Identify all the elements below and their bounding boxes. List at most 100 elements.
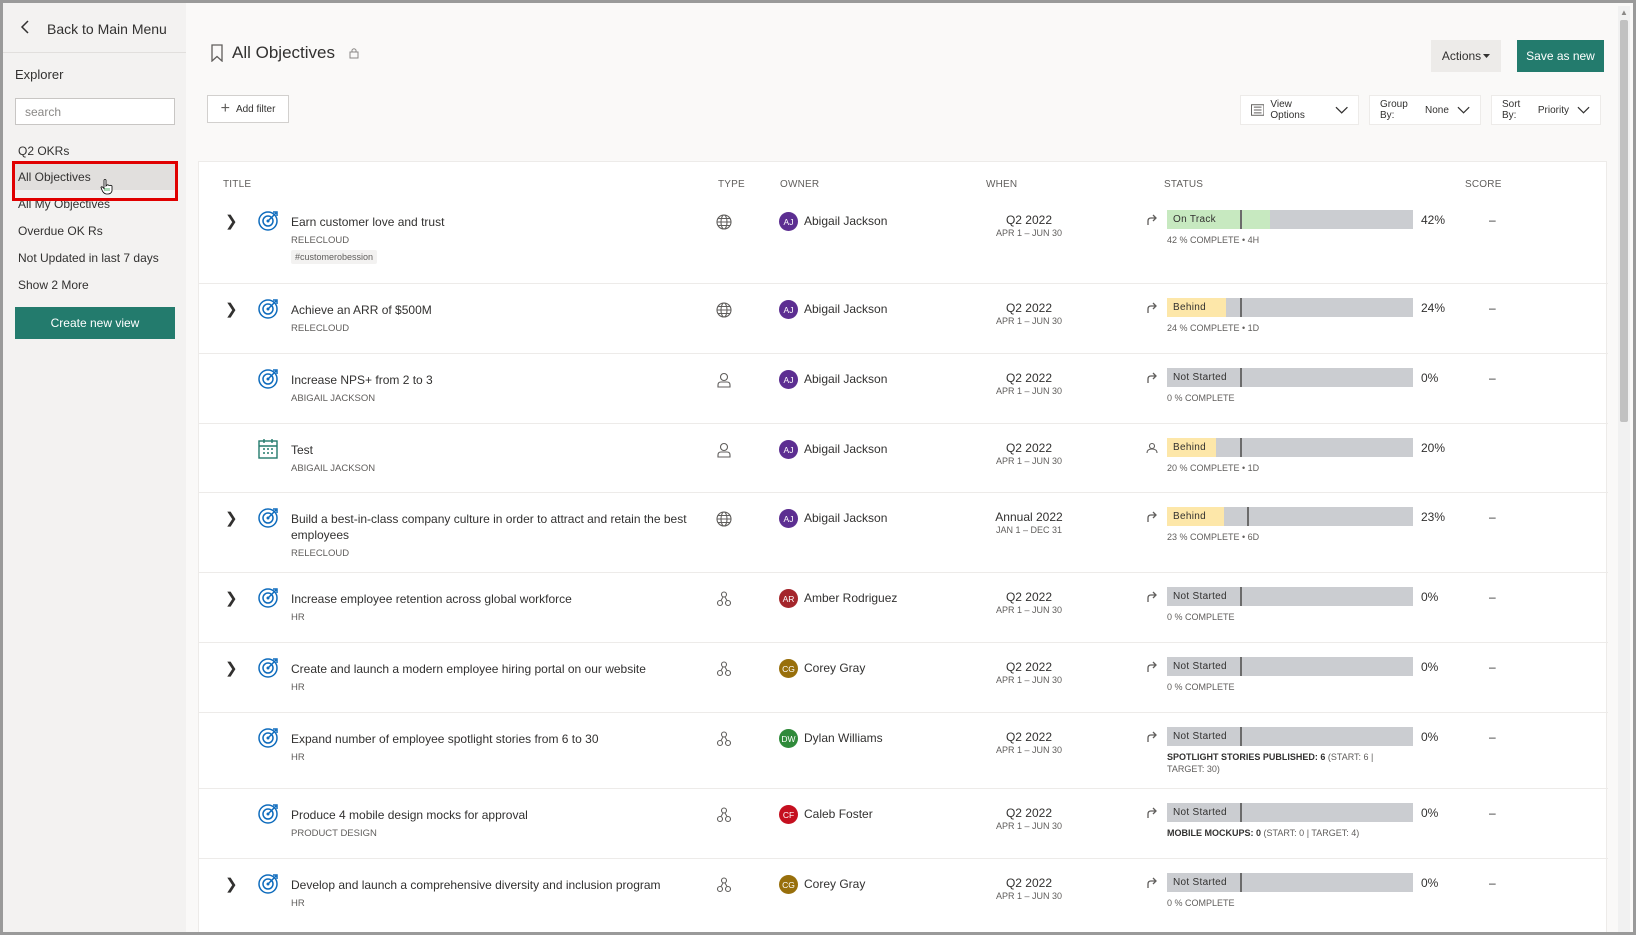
expand-chevron-icon[interactable]: ❯	[225, 659, 238, 677]
owner-name[interactable]: Corey Gray	[804, 877, 865, 891]
table-row[interactable]: ❯ Achieve an ARR of $500M RELECLOUD AJ A…	[199, 284, 1608, 354]
column-header-title[interactable]: TITLE	[223, 179, 251, 190]
objective-title[interactable]: Create and launch a modern employee hiri…	[291, 661, 646, 677]
objective-title[interactable]: Produce 4 mobile design mocks for approv…	[291, 807, 528, 823]
table-row[interactable]: ❯ Create and launch a modern employee hi…	[199, 643, 1608, 713]
expand-chevron-icon[interactable]: ❯	[225, 509, 238, 527]
table-row[interactable]: ❯ Earn customer love and trust RELECLOUD…	[199, 198, 1608, 284]
score-value: –	[1489, 510, 1496, 524]
owner-name[interactable]: Abigail Jackson	[804, 372, 887, 386]
status-bar[interactable]: Not Started	[1167, 368, 1413, 387]
status-label: Not Started	[1173, 731, 1227, 742]
expand-chevron-icon[interactable]: ❯	[225, 589, 238, 607]
table-row[interactable]: ❯ Develop and launch a comprehensive div…	[199, 859, 1608, 929]
share-arrow-icon[interactable]	[1146, 877, 1158, 889]
scrollbar-thumb[interactable]	[1620, 20, 1628, 422]
column-header-score[interactable]: SCORE	[1465, 179, 1502, 190]
chevron-down-icon	[1457, 106, 1470, 114]
highlight-box	[12, 161, 178, 201]
expected-progress-marker	[1240, 873, 1242, 892]
objective-title[interactable]: Earn customer love and trust	[291, 214, 444, 230]
expected-progress-marker	[1247, 507, 1249, 526]
status-bar[interactable]: Not Started	[1167, 587, 1413, 606]
status-bar[interactable]: On Track	[1167, 210, 1413, 229]
create-new-view-button[interactable]: Create new view	[15, 307, 175, 339]
sidebar-item-q2-okrs[interactable]: Q2 OKRs	[18, 144, 69, 158]
owner-name[interactable]: Caleb Foster	[804, 807, 873, 821]
share-arrow-icon[interactable]	[1146, 511, 1158, 523]
share-arrow-icon[interactable]	[1146, 731, 1158, 743]
share-arrow-icon[interactable]	[1146, 372, 1158, 384]
back-to-main-menu[interactable]: Back to Main Menu	[15, 17, 167, 41]
expand-chevron-icon[interactable]: ❯	[225, 300, 238, 318]
table-row[interactable]: ❯ Increase employee retention across glo…	[199, 573, 1608, 643]
actions-button[interactable]: Actions	[1431, 40, 1501, 72]
owner-name[interactable]: Abigail Jackson	[804, 442, 887, 456]
objective-title[interactable]: Test	[291, 442, 313, 458]
owner-name[interactable]: Abigail Jackson	[804, 302, 887, 316]
when-range: APR 1 – JUN 30	[995, 316, 1063, 326]
sidebar-item-show-more[interactable]: Show 2 More	[18, 278, 89, 292]
column-header-when[interactable]: WHEN	[986, 179, 1017, 190]
objective-title[interactable]: Increase employee retention across globa…	[291, 591, 572, 607]
metric-progress: SPOTLIGHT STORIES PUBLISHED: 6 (START: 6…	[1167, 751, 1373, 775]
when-period: Q2 2022	[1005, 730, 1053, 744]
objective-tag[interactable]: #customerobession	[291, 250, 378, 264]
group-by-dropdown[interactable]: Group By: None	[1369, 95, 1481, 125]
sidebar-item-not-updated[interactable]: Not Updated in last 7 days	[18, 251, 159, 265]
status-bar[interactable]: Not Started	[1167, 803, 1413, 822]
status-bar[interactable]: Behind	[1167, 507, 1413, 526]
table-row[interactable]: Increase NPS+ from 2 to 3 ABIGAIL JACKSO…	[199, 354, 1608, 424]
share-arrow-icon[interactable]	[1146, 214, 1158, 226]
table-row[interactable]: Expand number of employee spotlight stor…	[199, 713, 1608, 789]
score-value: –	[1489, 213, 1496, 227]
scroll-up-arrow-icon[interactable]: ▲	[1620, 8, 1628, 17]
column-header-type[interactable]: TYPE	[718, 179, 745, 190]
owner-name[interactable]: Amber Rodriguez	[804, 591, 897, 605]
objective-title[interactable]: Increase NPS+ from 2 to 3	[291, 372, 433, 388]
objective-target-icon	[258, 508, 278, 528]
sort-by-dropdown[interactable]: Sort By: Priority	[1491, 95, 1601, 125]
owner-name[interactable]: Abigail Jackson	[804, 214, 887, 228]
score-value: –	[1489, 806, 1496, 820]
view-options-label: View Options	[1270, 99, 1305, 121]
search-input[interactable]	[15, 98, 175, 125]
when-period: Q2 2022	[1005, 660, 1053, 674]
view-options-dropdown[interactable]: View Options	[1240, 95, 1359, 125]
owner-name[interactable]: Corey Gray	[804, 661, 865, 675]
status-bar[interactable]: Not Started	[1167, 727, 1413, 746]
table-row[interactable]: Test ABIGAIL JACKSON AJ Abigail Jackson …	[199, 424, 1608, 493]
status-bar[interactable]: Behind	[1167, 438, 1413, 457]
page-title: All Objectives	[232, 43, 335, 62]
save-as-new-button[interactable]: Save as new	[1517, 40, 1604, 72]
objective-title[interactable]: Develop and launch a comprehensive diver…	[291, 877, 661, 893]
bookmark-icon[interactable]	[210, 44, 224, 62]
column-header-status[interactable]: STATUS	[1164, 179, 1203, 190]
objective-title[interactable]: Build a best-in-class company culture in…	[291, 511, 687, 543]
avatar: AJ	[779, 370, 798, 389]
share-arrow-icon[interactable]	[1146, 591, 1158, 603]
share-arrow-icon[interactable]	[1146, 302, 1158, 314]
status-bar[interactable]: Behind	[1167, 298, 1413, 317]
objectives-table: TITLE TYPE OWNER WHEN STATUS SCORE ❯ Ear…	[198, 161, 1608, 932]
vertical-scrollbar[interactable]: ▲	[1618, 6, 1630, 932]
objective-title[interactable]: Achieve an ARR of $500M	[291, 302, 432, 318]
expected-progress-marker	[1240, 587, 1242, 606]
objective-title[interactable]: Expand number of employee spotlight stor…	[291, 731, 599, 747]
add-filter-button[interactable]: + Add filter	[207, 95, 289, 123]
table-row[interactable]: Produce 4 mobile design mocks for approv…	[199, 789, 1608, 859]
expand-chevron-icon[interactable]: ❯	[225, 212, 238, 230]
expand-chevron-icon[interactable]: ❯	[225, 875, 238, 893]
share-arrow-icon[interactable]	[1146, 807, 1158, 819]
when-period: Q2 2022	[1005, 806, 1053, 820]
status-label: Not Started	[1173, 661, 1227, 672]
sidebar-item-overdue-okrs[interactable]: Overdue OK Rs	[18, 224, 103, 238]
table-row[interactable]: ❯ Build a best-in-class company culture …	[199, 493, 1608, 573]
status-bar[interactable]: Not Started	[1167, 657, 1413, 676]
owner-name[interactable]: Dylan Williams	[804, 731, 883, 745]
share-arrow-icon[interactable]	[1146, 661, 1158, 673]
person-outline-icon[interactable]	[1146, 442, 1158, 454]
column-header-owner[interactable]: OWNER	[780, 179, 819, 190]
owner-name[interactable]: Abigail Jackson	[804, 511, 887, 525]
status-bar[interactable]: Not Started	[1167, 873, 1413, 892]
